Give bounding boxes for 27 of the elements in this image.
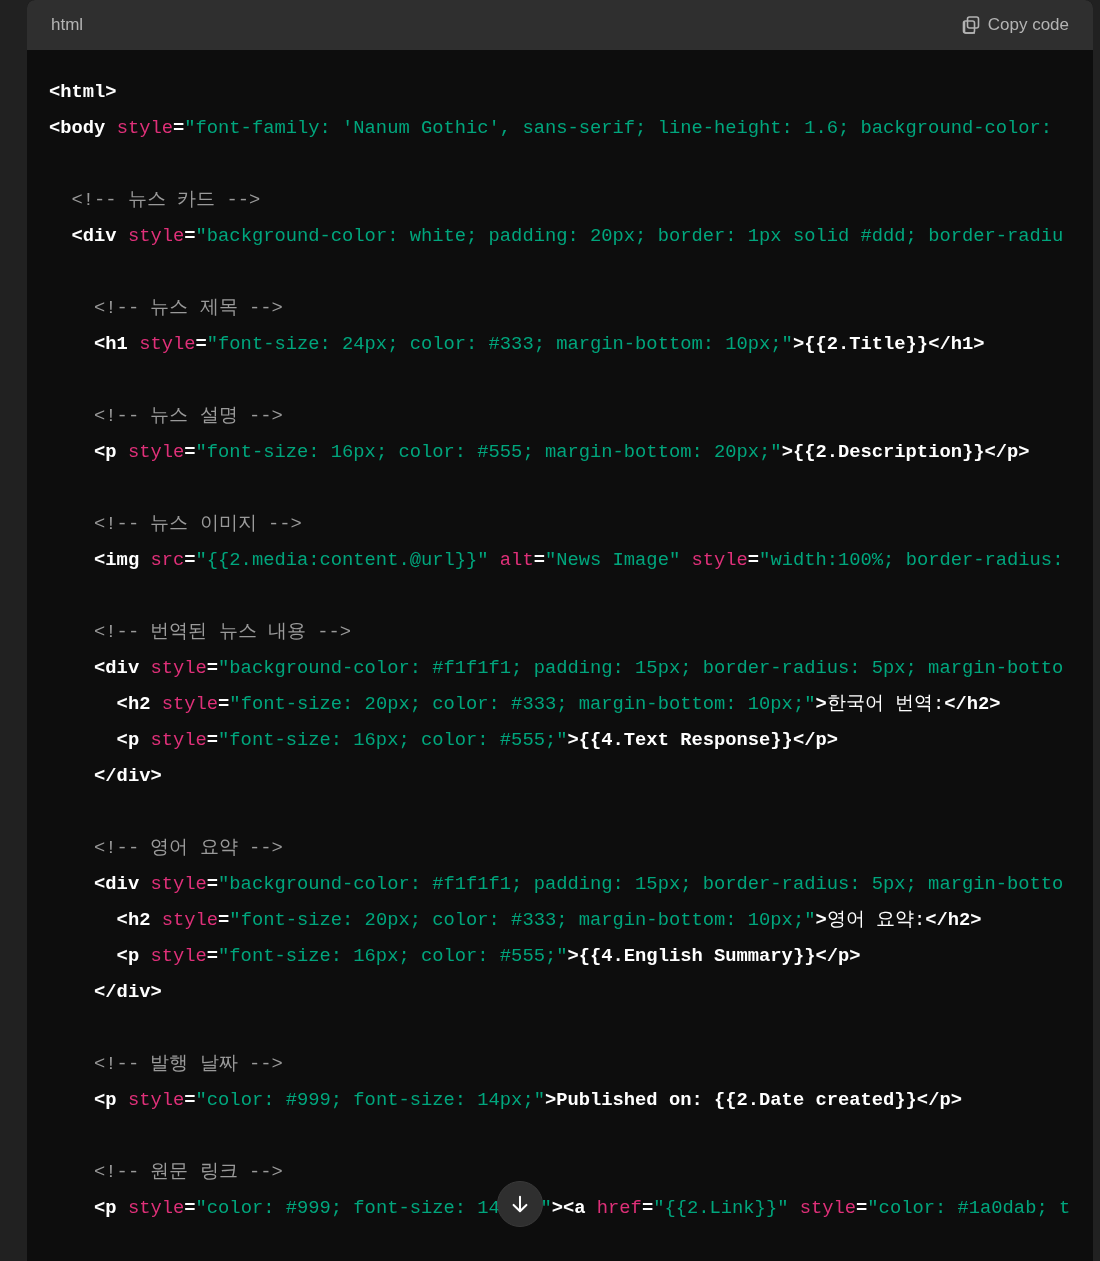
code-line: <p style="color: #999; font-size: 14px;">Published on: {{2.Date created}}</p>: [93, 1088, 962, 1113]
code-line: <div style="background-color: #f1f1f1; padding: 15px; border-radius: 5px; margin-botto: [93, 656, 1064, 681]
language-label: html: [51, 15, 84, 35]
code-line: <!-- 원문 링크 -->: [93, 1160, 283, 1185]
copy-code-button[interactable]: Copy code: [960, 15, 1069, 35]
code-line: </div>: [93, 764, 162, 789]
code-line: <h2 style="font-size: 20px; color: #333; margin-bottom: 10px;">영어 요약:</h2>: [115, 908, 982, 933]
code-line: <h2 style="font-size: 20px; color: #333; margin-bottom: 10px;">한국어 번역:</h2>: [115, 692, 1001, 717]
code-line: </div>: [93, 980, 162, 1005]
code-line: <!-- 뉴스 이미지 -->: [93, 512, 302, 537]
copy-icon: [960, 15, 981, 35]
code-line: <div style="background-color: #f1f1f1; padding: 15px; border-radius: 5px; margin-botto: [93, 872, 1064, 897]
code-line: <!-- 뉴스 제목 -->: [93, 296, 283, 321]
code-line: <!-- 뉴스 설명 -->: [93, 404, 283, 429]
code-line: <body style="font-family: 'Nanum Gothic', sans-serif; line-height: 1.6; background-color:: [49, 116, 1054, 141]
code-line: <html>: [49, 80, 117, 105]
code-line: <img src="{{2.media:content.@url}}" alt="News Image" style="width:100%; border-radius:: [93, 548, 1064, 573]
code-line: <h1 style="font-size: 24px; color: #333; margin-bottom: 10px;">{{2.Title}}</h1>: [93, 332, 985, 357]
code-line: <p style="font-size: 16px; color: #555;">{{4.English Summary}}</p>: [115, 944, 861, 969]
code-line: <!-- 발행 날짜 -->: [93, 1052, 283, 1077]
code-line: <p style="font-size: 16px; color: #555;">{{4.Text Response}}</p>: [115, 728, 838, 753]
code-line: <!-- 번역된 뉴스 내용 -->: [93, 620, 352, 645]
code-line: <p style="color: #999; font-size: 14 "><a href="{{2.Link}}" style="color: #1a0dab; t: [49, 1190, 1071, 1226]
code-line: <!-- 뉴스 카드 -->: [70, 188, 261, 213]
code-line: <!-- 영어 요약 -->: [93, 836, 283, 861]
code-line: <p style="font-size: 16px; color: #555; margin-bottom: 20px;">{{2.Description}}</p>: [93, 440, 1030, 465]
code-line: <div style="background-color: white; padding: 20px; border: 1px solid #ddd; border-radiu: [70, 224, 1064, 249]
